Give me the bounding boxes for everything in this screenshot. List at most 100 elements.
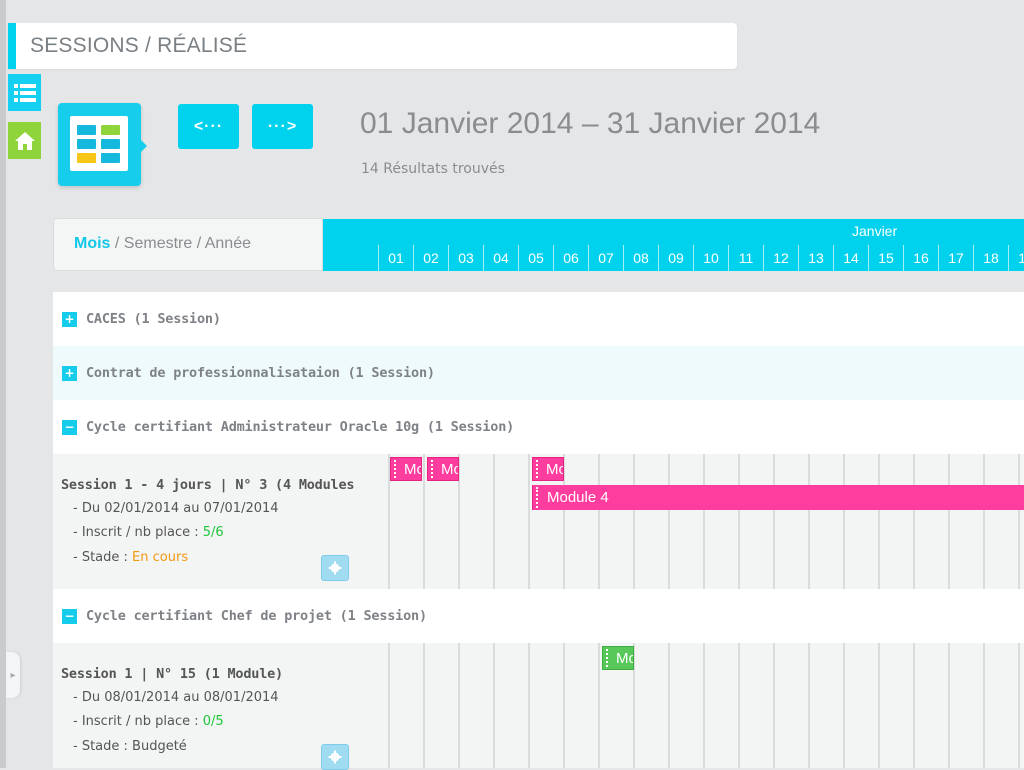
list-icon <box>13 83 36 102</box>
period-separator: / <box>192 235 205 252</box>
module-block[interactable]: Mo <box>532 457 564 481</box>
session-inscrits: - Inscrit / nb place : 5/6 <box>73 525 224 540</box>
group-label: CACES (1 Session) <box>86 311 221 327</box>
day-header-cell: 11 <box>728 245 763 271</box>
timeline-grid-line <box>598 454 600 589</box>
calendar-view-icon[interactable] <box>58 103 147 186</box>
day-header-cell: 08 <box>623 245 658 271</box>
group-caces[interactable]: + CACES (1 Session) <box>53 292 1024 346</box>
inscrits-value: 0/5 <box>202 714 224 729</box>
group-label: Cycle certifiant Administrateur Oracle 1… <box>86 419 515 435</box>
timeline-grid-line <box>773 454 775 589</box>
group-label: Contrat de professionnalisataion (1 Sess… <box>86 365 435 381</box>
timeline-grid-line <box>843 643 845 768</box>
timeline-grid-line <box>563 643 565 768</box>
session-title: Session 1 | N° 15 (1 Module) <box>61 666 283 682</box>
page-title: SESSIONS / RÉALISÉ <box>30 34 248 57</box>
timeline-grid-line <box>493 454 495 589</box>
period-option-mois[interactable]: Mois <box>74 235 110 252</box>
stade-value: Budgeté <box>132 739 187 754</box>
timeline-month-header: Janvier <box>323 219 1024 245</box>
module-block[interactable]: Mo <box>427 457 459 481</box>
day-header-cell: 18 <box>973 245 1008 271</box>
period-separator: / <box>110 235 124 252</box>
collapse-icon[interactable]: − <box>62 419 77 435</box>
period-option-semestre[interactable]: Semestre <box>124 235 192 252</box>
day-header-cell: 16 <box>903 245 938 271</box>
next-period-button[interactable]: ···> <box>252 104 313 149</box>
day-header-cell: 10 <box>693 245 728 271</box>
results-count: 14 Résultats trouvés <box>361 161 505 177</box>
home-button[interactable] <box>8 122 41 159</box>
module-4-block[interactable]: Module 4 <box>532 485 1024 510</box>
timeline-grid-line <box>808 643 810 768</box>
session-row-chef-projet: Session 1 | N° 15 (1 Module) - Du 08/01/… <box>53 643 1024 770</box>
day-header-cell: 12 <box>763 245 798 271</box>
timeline-grid-line <box>913 643 915 768</box>
date-range-title: 01 Janvier 2014 – 31 Janvier 2014 <box>360 107 821 140</box>
session-title: Session 1 - 4 jours | N° 3 (4 Modules) <box>61 477 363 493</box>
day-header-cell: 19 <box>1008 245 1024 271</box>
timeline-grid-line <box>423 454 425 589</box>
session-row-oracle: Session 1 - 4 jours | N° 3 (4 Modules) -… <box>53 454 1024 589</box>
sidebar-expand-handle[interactable]: ▸ <box>6 652 20 698</box>
list-view-button[interactable] <box>8 74 41 111</box>
day-header-cell: 01 <box>378 245 413 271</box>
day-header-cell: 02 <box>413 245 448 271</box>
timeline-grid-line <box>983 454 985 589</box>
session-settings-button[interactable] <box>321 744 349 770</box>
timeline-grid-line <box>983 643 985 768</box>
day-header-cell: 04 <box>483 245 518 271</box>
timeline-grid-line <box>738 454 740 589</box>
day-header-cell: 09 <box>658 245 693 271</box>
gear-icon <box>328 750 342 764</box>
timeline-grid-line <box>1018 643 1020 768</box>
timeline-grid-line <box>843 454 845 589</box>
session-settings-button[interactable] <box>321 555 349 581</box>
day-header-cell: 14 <box>833 245 868 271</box>
group-contrat-pro[interactable]: + Contrat de professionnalisataion (1 Se… <box>53 346 1024 400</box>
session-info: Session 1 | N° 15 (1 Module) - Du 08/01/… <box>53 643 356 770</box>
stade-value: En cours <box>132 550 189 565</box>
group-chef-projet[interactable]: − Cycle certifiant Chef de projet (1 Ses… <box>53 589 1024 643</box>
page-title-bar: SESSIONS / RÉALISÉ <box>8 23 737 69</box>
session-stade: - Stade : En cours <box>73 550 189 565</box>
period-option-annee[interactable]: Année <box>205 235 251 252</box>
timeline-grid-line <box>458 643 460 768</box>
timeline-grid-line <box>1018 454 1020 589</box>
title-accent <box>8 23 16 69</box>
module-block[interactable]: Mo <box>390 457 422 481</box>
session-dates: - Du 02/01/2014 au 07/01/2014 <box>73 501 279 516</box>
timeline-grid-line <box>913 454 915 589</box>
period-selector: Mois / Semestre / Année <box>53 218 323 271</box>
day-header-cell: 07 <box>588 245 623 271</box>
timeline-grid-line <box>528 454 530 589</box>
module-block[interactable]: Mo <box>602 646 634 670</box>
session-dates: - Du 08/01/2014 au 08/01/2014 <box>73 690 279 705</box>
day-header-cell: 05 <box>518 245 553 271</box>
collapse-icon[interactable]: − <box>62 608 77 624</box>
previous-period-button[interactable]: <··· <box>178 104 239 149</box>
expand-icon[interactable]: + <box>62 365 77 381</box>
group-oracle[interactable]: − Cycle certifiant Administrateur Oracle… <box>53 400 1024 454</box>
timeline-grid-line <box>598 643 600 768</box>
timeline-grid-line <box>808 454 810 589</box>
timeline-day-header: 01020304050607080910111213141516171819 <box>323 245 1024 271</box>
day-header-cell: 06 <box>553 245 588 271</box>
timeline-grid-line <box>703 643 705 768</box>
gear-icon <box>328 561 342 575</box>
timeline-grid-line <box>423 643 425 768</box>
calendar-grid-icon <box>70 116 128 171</box>
session-timeline: Mo <box>355 643 1024 768</box>
session-inscrits: - Inscrit / nb place : 0/5 <box>73 714 224 729</box>
timeline-grid-line <box>738 643 740 768</box>
session-info: Session 1 - 4 jours | N° 3 (4 Modules) -… <box>53 454 362 589</box>
session-stade: - Stade : Budgeté <box>73 739 187 754</box>
day-header-cell: 17 <box>938 245 973 271</box>
timeline-grid-line <box>668 454 670 589</box>
home-icon <box>14 131 35 150</box>
timeline-grid-line <box>528 643 530 768</box>
day-header-cell: 03 <box>448 245 483 271</box>
expand-icon[interactable]: + <box>62 311 77 327</box>
timeline-grid-line <box>493 643 495 768</box>
